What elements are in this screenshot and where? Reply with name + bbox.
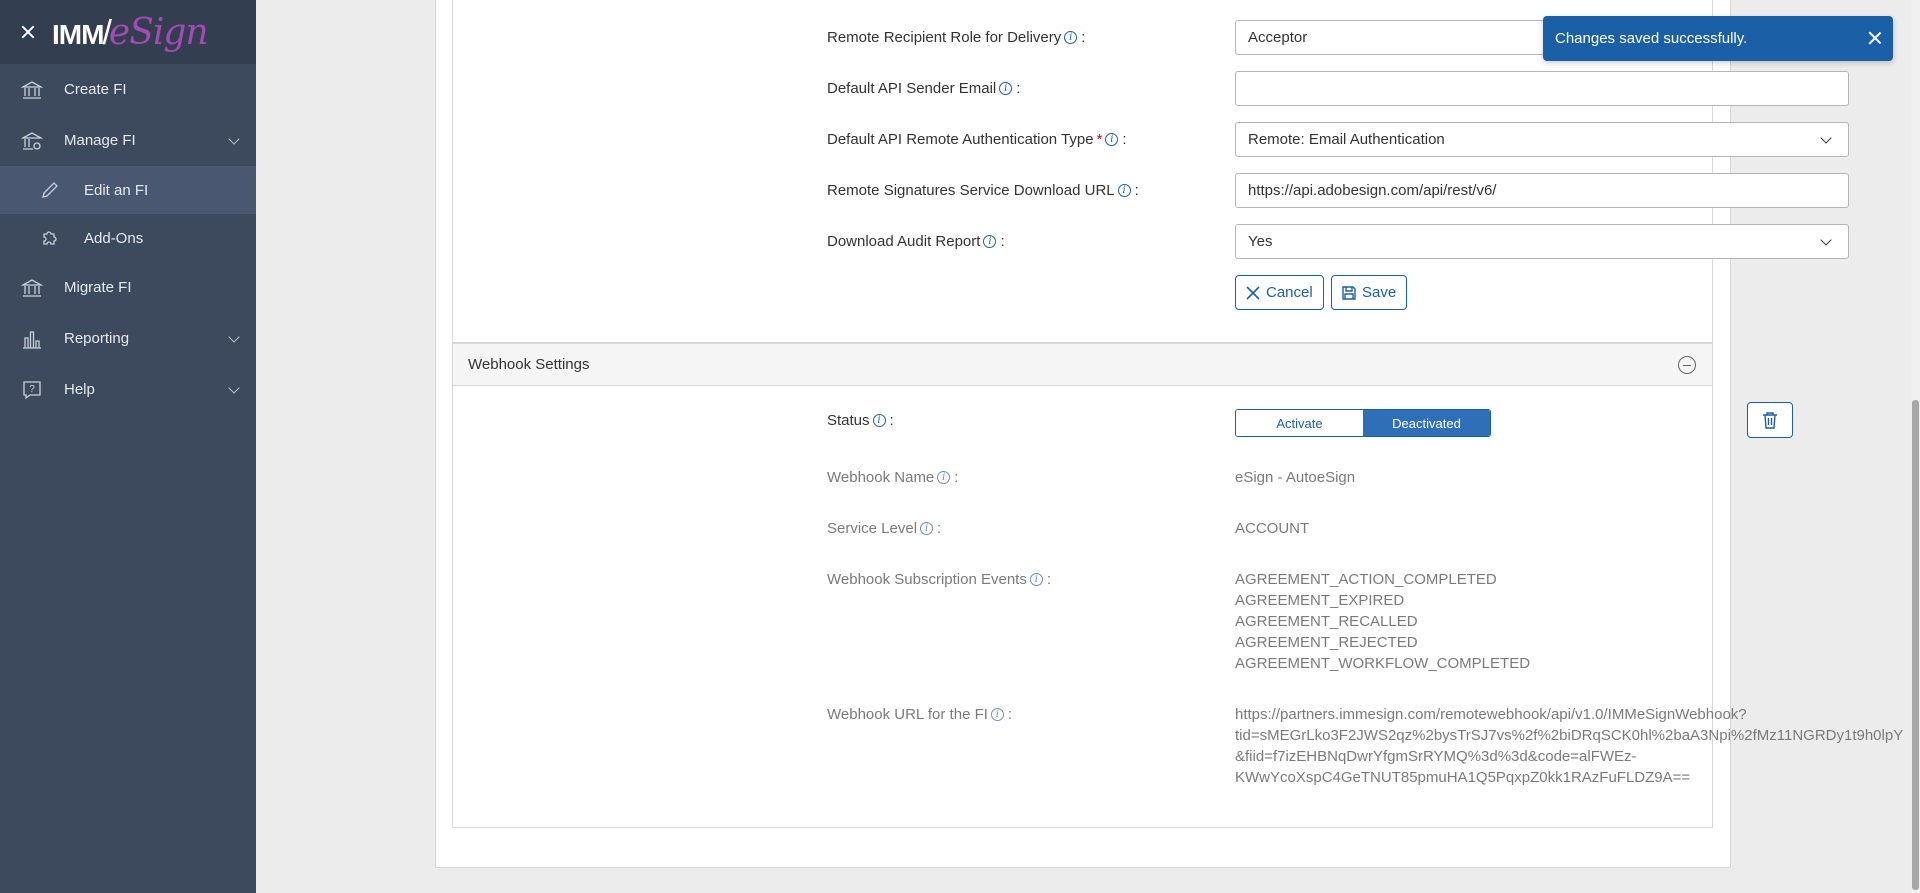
section-title: Webhook Settings — [468, 356, 590, 373]
save-button[interactable]: Save — [1331, 275, 1408, 310]
activate-button[interactable]: Activate — [1236, 410, 1363, 436]
list-item: AGREEMENT_RECALLED — [1235, 613, 1418, 630]
info-icon[interactable]: i — [990, 708, 1004, 721]
sidebar-item-add-ons[interactable]: Add-Ons — [0, 214, 256, 262]
info-icon[interactable]: i — [920, 522, 934, 535]
sidebar: IMM / eSign Create FI Manage FI Edit an FI… — [0, 0, 256, 893]
auth-type-label: Default API Remote Authentication Type * i… — [827, 131, 1127, 148]
scrollbar-thumb[interactable] — [1912, 400, 1919, 890]
sidebar-item-label: Help — [64, 381, 95, 398]
audit-report-select[interactable]: Yes — [1235, 224, 1849, 259]
download-url-input[interactable]: https://api.adobesign.com/api/rest/v6/ — [1235, 173, 1849, 208]
required-marker: * — [1096, 131, 1103, 148]
bank-gear-icon — [20, 129, 44, 153]
info-icon[interactable]: i — [999, 82, 1013, 95]
status-toggle[interactable]: Activate Deactivated — [1235, 409, 1491, 437]
sidebar-item-label: Add-Ons — [84, 229, 144, 247]
sidebar-item-label: Migrate FI — [64, 279, 132, 296]
trash-icon — [1763, 412, 1777, 429]
service-level-label: Service Level i: — [827, 520, 942, 537]
webhook-section-header[interactable]: Webhook Settings — [452, 343, 1713, 386]
webhook-url-value: https://partners.immesign.com/remotewebh… — [1235, 706, 1904, 786]
recipient-role-label: Remote Recipient Role for Delivery i: — [827, 29, 1086, 46]
scrollbar[interactable] — [1911, 0, 1920, 893]
audit-report-label: Download Audit Report i: — [827, 233, 1005, 250]
subscription-events-label: Webhook Subscription Events i: — [827, 571, 1052, 588]
sender-email-label: Default API Sender Email i: — [827, 80, 1021, 97]
collapse-icon[interactable] — [1678, 356, 1696, 374]
chevron-down-icon — [228, 382, 240, 394]
status-label: Status i: — [827, 412, 894, 429]
info-icon[interactable]: i — [983, 235, 997, 248]
close-icon — [1246, 285, 1260, 300]
sidebar-item-label: Manage FI — [64, 132, 136, 149]
webhook-url-label: Webhook URL for the FI i: — [827, 706, 1013, 723]
webhook-name-value: eSign - AutoeSign — [1235, 469, 1356, 486]
info-icon[interactable]: i — [1105, 133, 1119, 146]
bank-icon — [20, 78, 44, 102]
chevron-down-icon — [228, 331, 240, 343]
bank-icon — [20, 276, 44, 300]
cancel-button[interactable]: Cancel — [1235, 275, 1324, 310]
list-item: AGREEMENT_WORKFLOW_COMPLETED — [1235, 655, 1531, 672]
bar-chart-icon — [20, 327, 44, 351]
main-content: Remote Recipient Role for Delivery i: Acc… — [256, 0, 1920, 893]
pencil-icon — [38, 178, 62, 202]
sidebar-item-label: Create FI — [64, 81, 127, 98]
info-icon[interactable]: i — [1029, 573, 1043, 586]
chevron-down-icon — [228, 133, 240, 145]
list-item: AGREEMENT_ACTION_COMPLETED — [1235, 571, 1497, 588]
sender-email-field[interactable] — [1235, 71, 1849, 106]
sidebar-item-manage-fi[interactable]: Manage FI — [0, 115, 256, 166]
list-item: AGREEMENT_EXPIRED — [1235, 592, 1405, 609]
success-toast: Changes saved successfully. — [1543, 16, 1893, 61]
toast-message: Changes saved successfully. — [1555, 30, 1748, 47]
sidebar-header: IMM / eSign — [0, 0, 256, 64]
sidebar-item-migrate-fi[interactable]: Migrate FI — [0, 262, 256, 313]
svg-text:?: ? — [29, 384, 35, 395]
list-item: AGREEMENT_REJECTED — [1235, 634, 1418, 651]
info-icon[interactable]: i — [1117, 184, 1131, 197]
sidebar-item-label: Edit an FI — [84, 181, 149, 199]
app-logo: IMM / eSign — [52, 11, 209, 53]
subscription-events-list: AGREEMENT_ACTION_COMPLETED AGREEMENT_EXP… — [1235, 569, 1530, 674]
auth-type-select[interactable]: Remote: Email Authentication — [1235, 122, 1849, 157]
deactivated-button[interactable]: Deactivated — [1363, 410, 1490, 436]
close-sidebar-icon[interactable] — [18, 22, 38, 42]
download-url-label: Remote Signatures Service Download URL i: — [827, 182, 1139, 199]
info-icon[interactable]: i — [937, 471, 951, 484]
close-toast-icon[interactable] — [1867, 30, 1883, 46]
sidebar-item-reporting[interactable]: Reporting — [0, 313, 256, 364]
sidebar-item-create-fi[interactable]: Create FI — [0, 64, 256, 115]
sidebar-item-help[interactable]: ? Help — [0, 364, 256, 415]
info-icon[interactable]: i — [1064, 31, 1078, 44]
webhook-name-label: Webhook Name i: — [827, 469, 959, 486]
help-bubble-icon: ? — [20, 378, 44, 402]
delete-webhook-button[interactable] — [1747, 402, 1793, 438]
info-icon[interactable]: i — [872, 414, 886, 427]
floppy-disk-icon — [1342, 285, 1356, 300]
puzzle-icon — [38, 226, 62, 250]
service-level-value: ACCOUNT — [1235, 520, 1310, 537]
sidebar-item-label: Reporting — [64, 330, 130, 347]
sidebar-item-edit-fi[interactable]: Edit an FI — [0, 166, 256, 214]
